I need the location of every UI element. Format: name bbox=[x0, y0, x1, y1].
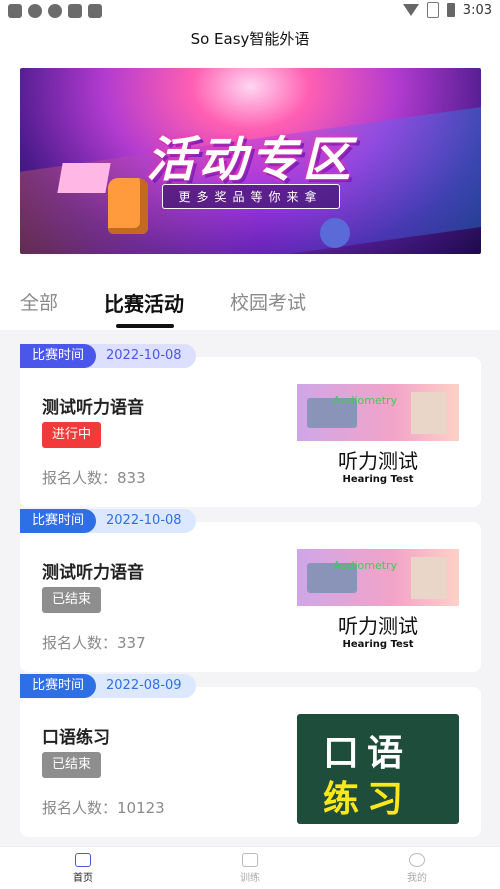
activity-thumbnail: Audiometry 听力测试 Hearing Test bbox=[297, 549, 459, 659]
booth-illustration bbox=[411, 557, 447, 599]
sync-icon-2 bbox=[48, 4, 62, 18]
nav-mine[interactable]: 我的 bbox=[387, 853, 447, 884]
crown-icon bbox=[75, 853, 91, 867]
status-badge: 进行中 bbox=[42, 422, 102, 448]
notification-icons bbox=[8, 4, 102, 18]
thumbnail-title: 听力测试 bbox=[338, 614, 418, 638]
activity-banner[interactable]: 活动专区 更多奖品等你来拿 bbox=[20, 68, 481, 254]
tag-date: 2022-10-08 bbox=[80, 344, 196, 368]
thumbnail-label: Audiometry bbox=[333, 394, 398, 407]
thumbnail-line-1: 口语 bbox=[323, 733, 412, 774]
activity-card[interactable]: 比赛时间 2022-10-08 测试听力语音 已结束 报名人数：337 Audi… bbox=[20, 509, 481, 672]
signup-count: 报名人数：10123 bbox=[42, 799, 165, 817]
activity-name: 口语练习 bbox=[42, 728, 110, 748]
tag-date: 2022-08-09 bbox=[80, 674, 196, 698]
wifi-icon bbox=[402, 4, 419, 16]
tag-label: 比赛时间 bbox=[20, 509, 97, 533]
nav-label: 我的 bbox=[407, 873, 427, 884]
clipboard-icon bbox=[242, 853, 258, 867]
battery-icon bbox=[446, 3, 455, 17]
nav-home[interactable]: 首页 bbox=[53, 853, 113, 884]
bottom-navigation: 首页 训练 我的 bbox=[0, 846, 500, 889]
category-tabs: 全部 比赛活动 校园考试 bbox=[0, 278, 500, 328]
booth-illustration bbox=[411, 392, 447, 434]
nav-label: 训练 bbox=[240, 873, 260, 884]
activity-thumbnail: 口语 练习 bbox=[297, 714, 459, 824]
thumbnail-title: 听力测试 bbox=[338, 449, 418, 473]
activity-card[interactable]: 比赛时间 2022-10-08 测试听力语音 进行中 报名人数：833 Audi… bbox=[20, 344, 481, 507]
competition-time-tag: 比赛时间 2022-10-08 bbox=[20, 509, 196, 533]
thumbnail-line-2: 练习 bbox=[323, 779, 412, 820]
competition-time-tag: 比赛时间 2022-08-09 bbox=[20, 674, 196, 698]
system-icons: 3:03 bbox=[402, 2, 492, 18]
user-icon bbox=[409, 853, 425, 867]
active-tab-indicator bbox=[116, 324, 174, 328]
status-badge: 已结束 bbox=[42, 752, 102, 778]
status-bar: 3:03 bbox=[0, 0, 500, 24]
tab-campus-exams[interactable]: 校园考试 bbox=[230, 288, 306, 315]
banner-subtitle: 更多奖品等你来拿 bbox=[161, 184, 340, 209]
activity-name: 测试听力语音 bbox=[42, 563, 144, 583]
tab-all[interactable]: 全部 bbox=[20, 288, 58, 315]
activity-card[interactable]: 比赛时间 2022-08-09 口语练习 已结束 报名人数：10123 口语 练… bbox=[20, 674, 481, 837]
thumbnail-subtitle: Hearing Test bbox=[342, 474, 414, 485]
activity-name: 测试听力语音 bbox=[42, 398, 144, 418]
banner-title: 活动专区 bbox=[146, 132, 355, 188]
signup-count: 报名人数：833 bbox=[42, 469, 146, 487]
app-title: So Easy智能外语 bbox=[190, 30, 310, 48]
activity-list[interactable]: 比赛时间 2022-10-08 测试听力语音 进行中 报名人数：833 Audi… bbox=[0, 330, 500, 846]
thumbnail-photo: Audiometry bbox=[297, 384, 459, 441]
tab-competitions[interactable]: 比赛活动 bbox=[104, 288, 184, 317]
no-sim-icon bbox=[426, 2, 439, 18]
nav-training[interactable]: 训练 bbox=[220, 853, 280, 884]
tag-date: 2022-10-08 bbox=[80, 509, 196, 533]
tag-label: 比赛时间 bbox=[20, 674, 97, 698]
competition-time-tag: 比赛时间 2022-10-08 bbox=[20, 344, 196, 368]
clock: 3:03 bbox=[462, 2, 492, 18]
sphere-illustration bbox=[320, 218, 350, 248]
tag-label: 比赛时间 bbox=[20, 344, 97, 368]
text-icon bbox=[88, 4, 102, 18]
status-badge: 已结束 bbox=[42, 587, 102, 613]
thumbnail-label: Audiometry bbox=[333, 559, 398, 572]
sync-icon bbox=[28, 4, 42, 18]
thumbnail-photo: Audiometry bbox=[297, 549, 459, 606]
app-notification-icon bbox=[8, 4, 22, 18]
nav-label: 首页 bbox=[73, 873, 93, 884]
signup-count: 报名人数：337 bbox=[42, 634, 146, 652]
image-icon bbox=[68, 4, 82, 18]
thumbnail-subtitle: Hearing Test bbox=[342, 639, 414, 650]
activity-thumbnail: Audiometry 听力测试 Hearing Test bbox=[297, 384, 459, 494]
